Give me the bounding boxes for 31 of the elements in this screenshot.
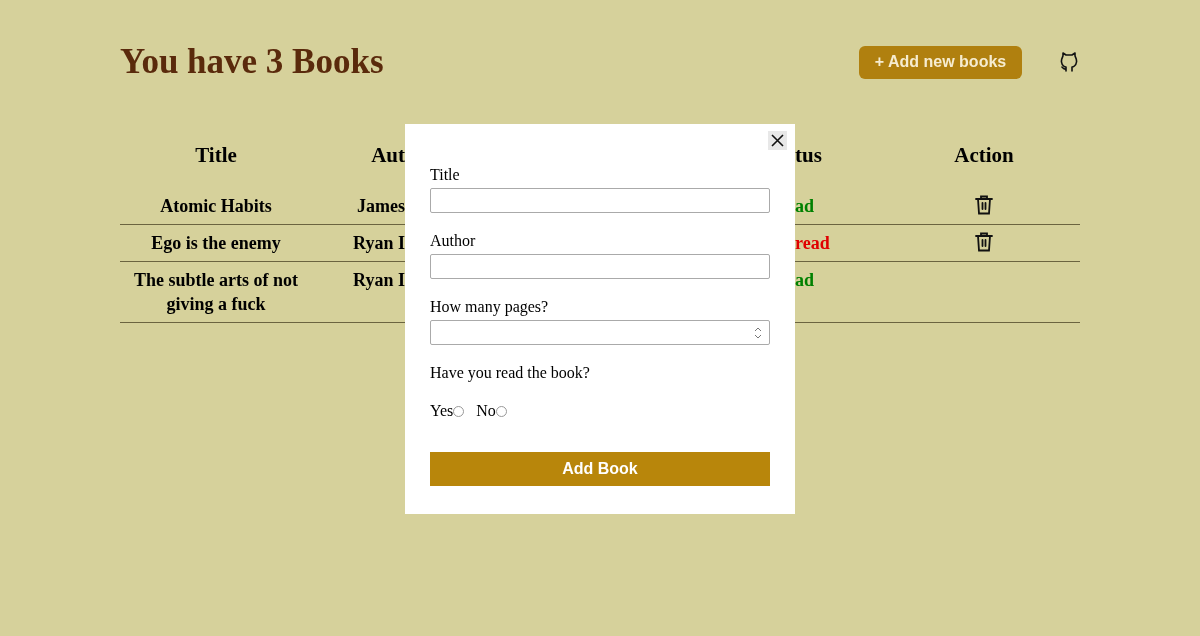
question-text: Have you read the book? (430, 363, 591, 384)
add-book-button[interactable]: Add Book (430, 452, 770, 486)
number-field[interactable] (430, 320, 770, 345)
field-label: Title (430, 165, 461, 185)
table-cell-text: The subtle arts of not giving a fuck (133, 268, 299, 316)
trash-icon[interactable] (975, 231, 993, 252)
table-cell-text: read (795, 231, 831, 255)
trash-icon[interactable] (975, 194, 993, 215)
radio-label: Yes (430, 401, 454, 421)
table-cell-text: Ryan I (352, 268, 405, 292)
field-label: Author (430, 231, 477, 251)
text-field[interactable] (430, 188, 770, 213)
column-header: tus (795, 141, 823, 169)
table-cell-text: Atomic Habits (159, 194, 273, 218)
table-cell-text: ad (795, 268, 815, 292)
text-field[interactable] (430, 254, 770, 279)
close-icon (771, 134, 784, 147)
column-header: Title (194, 141, 238, 169)
spinner-icon (753, 325, 763, 340)
radio-label: No (476, 401, 496, 421)
field-label: How many pages? (430, 297, 550, 318)
table-cell-text: Ego is the enemy (150, 231, 282, 255)
table-cell-text: James (356, 194, 405, 218)
table-cell-text: ad (795, 194, 815, 218)
add-books-button[interactable]: + Add new books (859, 45, 1022, 79)
column-header: Aut (370, 141, 405, 169)
column-header: Action (953, 141, 1015, 169)
cat-outline-icon[interactable] (1060, 52, 1078, 73)
close-button[interactable] (768, 131, 787, 150)
page-heading: You have 3 Books (120, 41, 385, 83)
table-cell-text: Ryan I (352, 231, 405, 255)
